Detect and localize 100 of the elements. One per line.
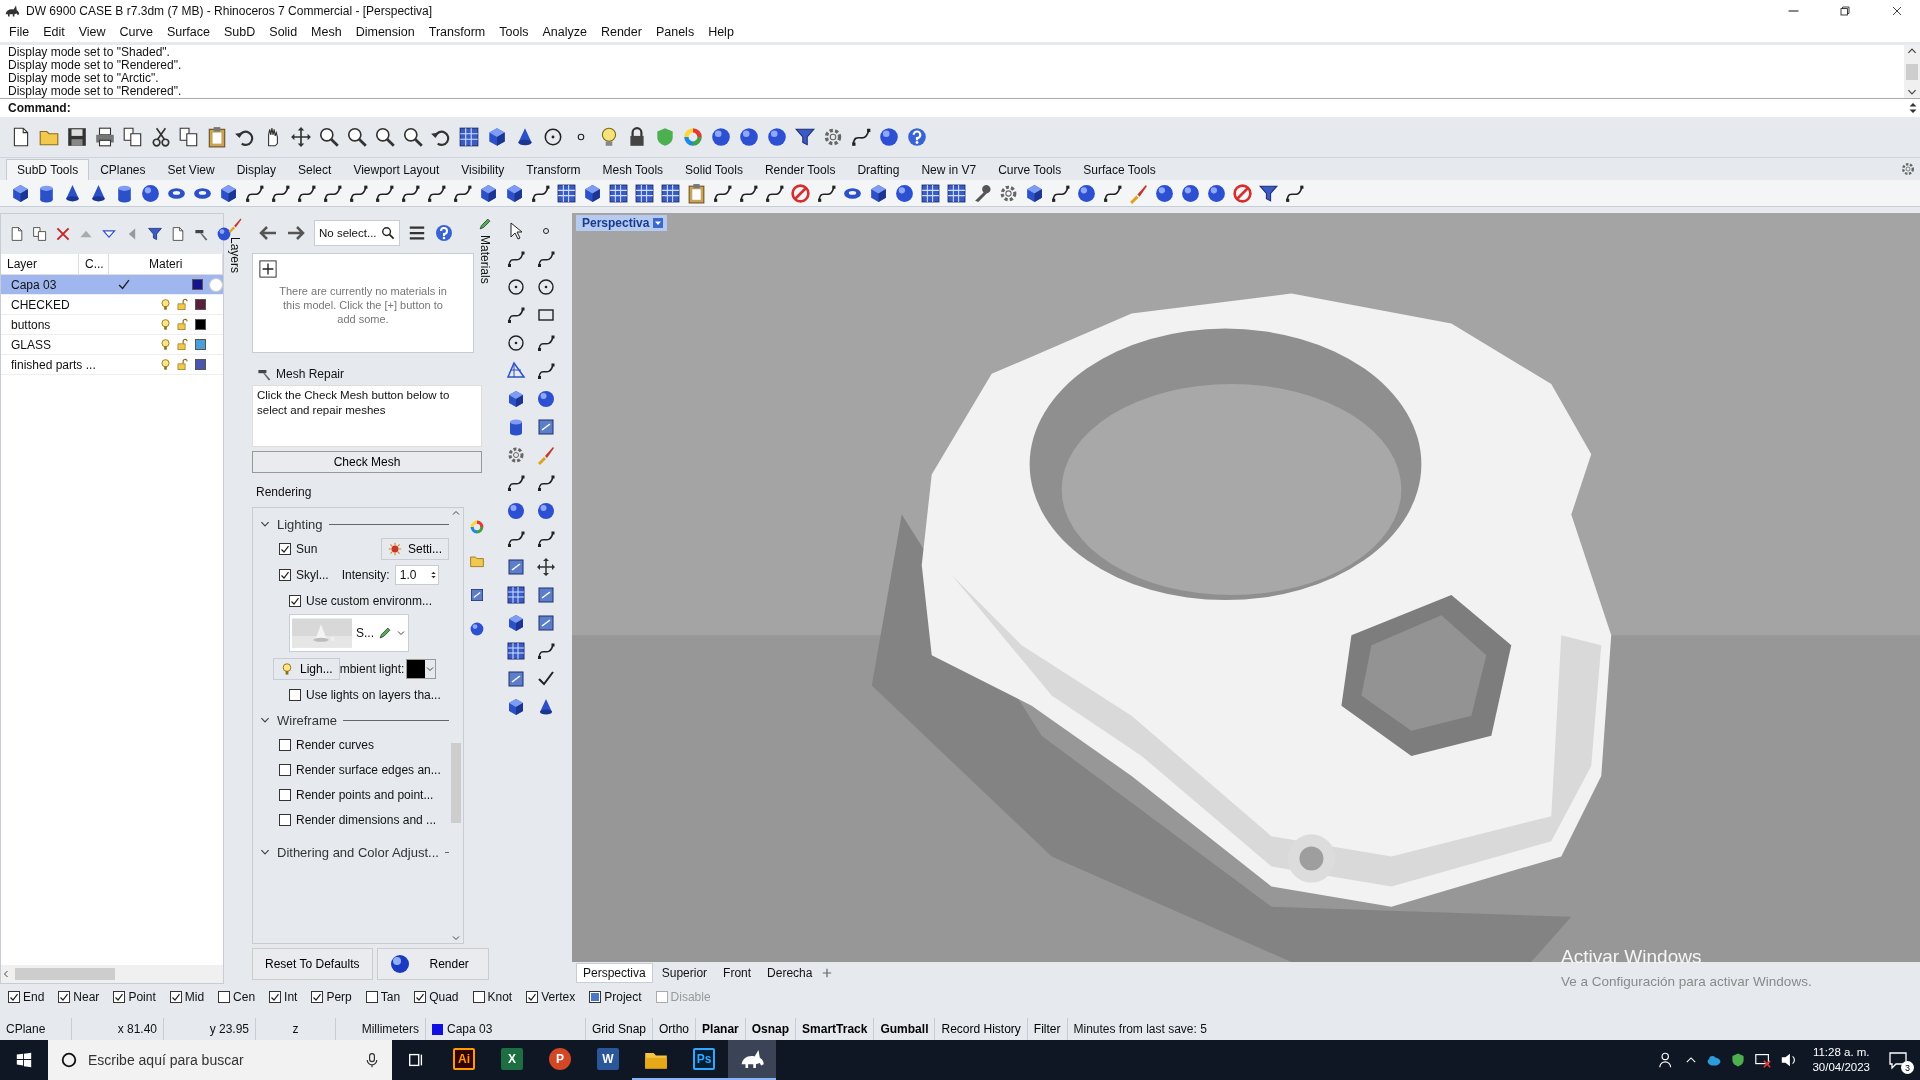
menu-item[interactable]: Tools xyxy=(492,25,536,39)
checkbox[interactable] xyxy=(113,991,126,1003)
menu-item[interactable]: Panels xyxy=(648,25,702,39)
checkbox[interactable] xyxy=(218,991,231,1003)
layer-name[interactable]: Capa 03 xyxy=(447,1022,493,1036)
layer-color-swatch[interactable] xyxy=(192,279,204,290)
scrollbar[interactable] xyxy=(450,508,462,943)
padlock-icon[interactable] xyxy=(176,318,189,331)
sphere-icon[interactable] xyxy=(878,126,900,148)
reset-button[interactable]: Reset To Defaults xyxy=(252,948,373,980)
clock[interactable]: 11:28 a. m. 30/04/2023 xyxy=(1806,1045,1876,1075)
circle-icon[interactable] xyxy=(542,126,564,148)
checkbox[interactable] xyxy=(279,763,291,776)
network-icon[interactable] xyxy=(1754,1051,1773,1069)
checkbox[interactable] xyxy=(289,689,301,701)
toolbar-tab[interactable]: CPlanes xyxy=(89,159,157,180)
menu-item[interactable]: Edit xyxy=(36,25,72,39)
environment-picker[interactable]: S... xyxy=(289,614,409,652)
light-button[interactable]: Ligh... xyxy=(273,658,340,680)
viewport-tab[interactable]: Front xyxy=(716,963,759,983)
taskbar-app[interactable]: X xyxy=(488,1040,536,1080)
menu-item[interactable]: Mesh xyxy=(304,25,349,39)
gear-icon[interactable] xyxy=(506,445,526,465)
box-icon[interactable] xyxy=(536,613,556,633)
sphere-icon[interactable] xyxy=(738,126,760,148)
checkbox[interactable] xyxy=(279,543,291,555)
checkbox[interactable] xyxy=(365,991,378,1003)
menu-item[interactable]: Surface xyxy=(159,25,217,39)
menu-item[interactable]: Render xyxy=(593,25,649,39)
viewport-tab[interactable]: Superior xyxy=(654,963,715,983)
sphere-icon[interactable] xyxy=(1154,182,1175,204)
sphere-icon[interactable] xyxy=(1180,182,1201,204)
cube-icon[interactable] xyxy=(868,182,889,204)
layer-color-swatch[interactable] xyxy=(195,359,206,370)
page-icon[interactable] xyxy=(170,226,186,242)
toolbar-tab[interactable]: Drafting xyxy=(846,159,911,180)
grid-icon[interactable] xyxy=(920,182,941,204)
checkbox[interactable] xyxy=(279,813,291,826)
panel-tab[interactable]: Layers xyxy=(228,237,242,274)
caret-icon[interactable] xyxy=(653,218,664,228)
cube-icon[interactable] xyxy=(506,389,526,409)
gear-icon[interactable] xyxy=(822,126,844,148)
folder-icon[interactable] xyxy=(469,553,485,569)
layer-row[interactable]: buttons xyxy=(1,315,223,335)
delete-icon[interactable] xyxy=(55,226,71,242)
sphere-icon[interactable] xyxy=(536,501,556,521)
box-icon[interactable] xyxy=(536,585,556,605)
menu-item[interactable]: Analyze xyxy=(535,25,594,39)
checkbox[interactable] xyxy=(279,788,291,801)
menu-item[interactable]: SubD xyxy=(217,25,263,39)
curve-icon[interactable] xyxy=(850,126,872,148)
page-icon[interactable] xyxy=(9,226,25,242)
cube-icon[interactable] xyxy=(218,182,239,204)
toolbar-tab[interactable]: Surface Tools xyxy=(1072,159,1167,180)
chat-bubble-icon[interactable] xyxy=(1888,1050,1908,1070)
curve-icon[interactable] xyxy=(506,249,526,269)
wrench-icon[interactable] xyxy=(972,182,993,204)
brush-icon[interactable] xyxy=(227,217,243,233)
mesh-tool-icon[interactable] xyxy=(506,361,526,381)
toolbar-tab[interactable]: Curve Tools xyxy=(987,159,1073,180)
circle-icon[interactable] xyxy=(506,277,526,297)
layer-row[interactable]: CHECKED xyxy=(1,295,223,315)
padlock-icon[interactable] xyxy=(176,298,189,311)
copy-icon[interactable] xyxy=(32,226,48,242)
toolbar-tab[interactable]: Select xyxy=(287,159,343,180)
taskbar-app[interactable]: W xyxy=(584,1040,632,1080)
menu-item[interactable]: File xyxy=(2,25,37,39)
colorwheel-icon[interactable] xyxy=(682,126,704,148)
toolbar-tab[interactable]: SubD Tools xyxy=(6,159,90,180)
floppy-icon[interactable] xyxy=(66,126,88,148)
scrollbar-thumb[interactable] xyxy=(451,743,461,823)
menu-item[interactable]: Dimension xyxy=(348,25,422,39)
clipboard-icon[interactable] xyxy=(206,126,228,148)
checkbox[interactable] xyxy=(279,738,291,751)
material-swatch[interactable] xyxy=(209,277,223,292)
magnifier-icon[interactable] xyxy=(402,126,424,148)
box-icon[interactable] xyxy=(506,669,526,689)
magnifier-icon[interactable] xyxy=(346,126,368,148)
sphere-icon[interactable] xyxy=(766,126,788,148)
funnel-icon[interactable] xyxy=(794,126,816,148)
taskbar-app[interactable] xyxy=(728,1040,776,1080)
layer-color-swatch[interactable] xyxy=(195,339,206,350)
scissors-icon[interactable] xyxy=(150,126,172,148)
checkbox[interactable] xyxy=(58,991,71,1003)
grid-icon[interactable] xyxy=(458,126,480,148)
cube-icon[interactable] xyxy=(504,182,525,204)
gear-icon[interactable] xyxy=(1900,161,1916,177)
sphere-icon[interactable] xyxy=(140,182,161,204)
column-header[interactable]: C... xyxy=(79,254,109,274)
funnel-icon[interactable] xyxy=(147,226,163,242)
checkbox[interactable] xyxy=(279,569,291,581)
magnifier-icon[interactable] xyxy=(374,126,396,148)
grid-icon[interactable] xyxy=(946,182,967,204)
cube-icon[interactable] xyxy=(506,613,526,633)
shield-icon[interactable] xyxy=(1730,1052,1747,1068)
sphere-icon[interactable] xyxy=(894,182,915,204)
cube-icon[interactable] xyxy=(582,182,603,204)
toolbar-tab[interactable]: Visibility xyxy=(450,159,516,180)
curve-icon[interactable] xyxy=(536,333,556,353)
toolbar-tab[interactable]: Viewport Layout xyxy=(342,159,451,180)
